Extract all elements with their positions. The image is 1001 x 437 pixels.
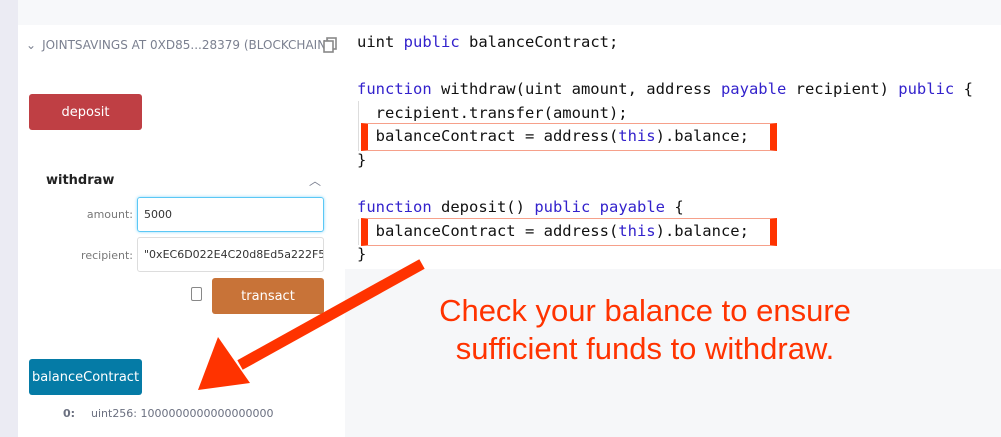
annotation-line: sufficient funds to withdraw.: [455, 331, 835, 366]
arrow-annotation: [198, 259, 425, 390]
annotation-text: Check your balance to ensure sufficient f…: [420, 292, 870, 368]
annotation-line: Check your balance to ensure: [439, 293, 851, 328]
